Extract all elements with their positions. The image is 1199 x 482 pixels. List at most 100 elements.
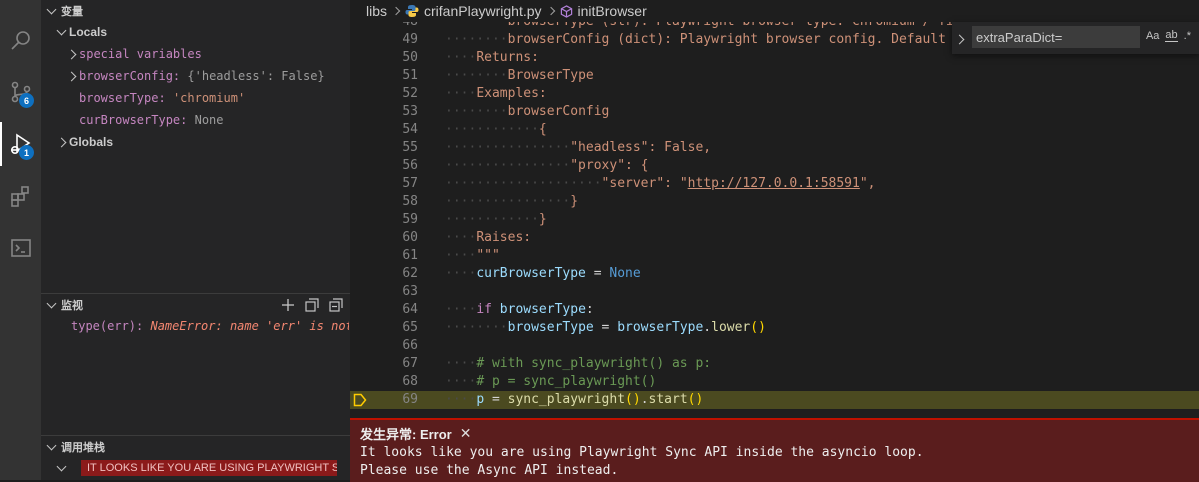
- line-number[interactable]: 65: [350, 319, 418, 337]
- code-token: browserConfig (dict): Playwright browser…: [507, 32, 1025, 47]
- chevron-down-icon: [53, 25, 69, 35]
- breadcrumb-file[interactable]: crifanPlaywright.py: [424, 3, 542, 19]
- variables-section-header[interactable]: 变量: [41, 0, 350, 22]
- variable-row[interactable]: browserConfig: {'headless': False}: [63, 65, 325, 87]
- symbol-method-icon: [560, 4, 573, 18]
- line-number[interactable]: 60: [350, 229, 418, 247]
- code-token: :: [585, 302, 594, 317]
- breadcrumb-folder[interactable]: libs: [366, 3, 387, 19]
- code-token[interactable]: http://127.0.0.1:58591: [688, 176, 860, 191]
- code-token: browserType (str): Playwright browser ty…: [508, 22, 1025, 29]
- globals-scope[interactable]: Globals: [53, 131, 113, 153]
- line-number[interactable]: 67: [350, 355, 418, 373]
- breakpoint-current-icon[interactable]: [353, 393, 367, 411]
- extensions-icon[interactable]: [0, 174, 41, 218]
- callstack-thread[interactable]: IT LOOKS LIKE YOU ARE USING PLAYWRIGHT S…: [53, 457, 337, 479]
- line-number[interactable]: 59: [350, 211, 418, 229]
- code-line: 59 ············}: [350, 211, 1199, 229]
- line-number[interactable]: 55: [350, 139, 418, 157]
- line-number[interactable]: 52: [350, 85, 418, 103]
- line-number[interactable]: 51: [350, 67, 418, 85]
- line-number[interactable]: 61: [350, 247, 418, 265]
- exception-message-line: Please use the Async API instead.: [360, 463, 619, 478]
- line-number[interactable]: 56: [350, 157, 418, 175]
- code-token: }: [570, 194, 579, 209]
- locals-scope[interactable]: Locals: [53, 21, 107, 43]
- code-line: 57 ····················"server": "http://…: [350, 175, 1199, 193]
- code-line: 51 ········BrowserType: [350, 67, 1199, 85]
- code-line: 66: [350, 337, 1199, 355]
- line-number[interactable]: 57: [350, 175, 418, 193]
- line-number[interactable]: 48: [350, 22, 418, 31]
- line-number[interactable]: 63: [350, 283, 418, 301]
- globals-label: Globals: [69, 135, 114, 149]
- terminal-icon[interactable]: [0, 226, 41, 270]
- code-token: =: [593, 320, 618, 335]
- debug-sidebar: 变量 Locals special variables browserConfi…: [41, 0, 350, 480]
- indent-guide: ········: [445, 68, 508, 83]
- breadcrumb-symbol[interactable]: initBrowser: [578, 3, 647, 19]
- code-token: =: [484, 392, 508, 407]
- code-text: ····Examples:: [445, 85, 547, 103]
- code-line: 58 ················}: [350, 193, 1199, 211]
- line-number[interactable]: 62: [350, 265, 418, 283]
- collapse-all-icon[interactable]: [328, 297, 344, 313]
- callstack-title: 调用堆栈: [61, 442, 105, 454]
- exception-stack-label: IT LOOKS LIKE YOU ARE USING PLAYWRIGHT S…: [81, 460, 337, 476]
- watch-section-header[interactable]: 监视: [41, 294, 350, 316]
- code-text: ············}: [445, 211, 547, 229]
- chevron-down-icon: [53, 461, 69, 471]
- code-token: start: [648, 392, 688, 407]
- code-text: ················"proxy": {: [445, 157, 649, 175]
- code-line: 54 ············{: [350, 121, 1199, 139]
- close-icon[interactable]: ✕: [460, 425, 472, 442]
- watch-expression: type(err):: [71, 319, 144, 333]
- find-input[interactable]: [972, 26, 1140, 48]
- line-number[interactable]: 54: [350, 121, 418, 139]
- add-expression-icon[interactable]: [280, 297, 296, 313]
- watch-value: NameError: name 'err' is not d…: [150, 319, 349, 333]
- line-number[interactable]: 49: [350, 31, 418, 49]
- indent-guide: ····: [445, 392, 477, 407]
- indent-guide: ····················: [445, 176, 602, 191]
- line-number[interactable]: 68: [350, 373, 418, 391]
- variable-name: browserType:: [79, 91, 166, 105]
- code-line: 65 ········browserType = browserType.lowe…: [350, 319, 1199, 337]
- indent-guide: ············: [445, 212, 539, 227]
- line-number[interactable]: 50: [350, 49, 418, 67]
- line-number[interactable]: 58: [350, 193, 418, 211]
- indent-guide: ····: [445, 356, 477, 371]
- line-number[interactable]: 66: [350, 337, 418, 355]
- code-token: }: [538, 212, 547, 227]
- watch-expression-row[interactable]: type(err): NameError: name 'err' is not …: [71, 315, 349, 337]
- use-regex-icon[interactable]: .*: [1184, 30, 1191, 42]
- code-text: ····curBrowserType = None: [445, 265, 641, 283]
- toggle-replace-chevron-icon[interactable]: [954, 31, 965, 46]
- code-token: Examples:: [476, 86, 547, 101]
- refresh-icon[interactable]: [304, 297, 320, 313]
- code-line: 64 ····if browserType:: [350, 301, 1199, 319]
- code-line: 55 ················"headless": False,: [350, 139, 1199, 157]
- indent-guide: ········: [445, 320, 508, 335]
- code-text: ····# p = sync_playwright(): [445, 373, 656, 391]
- line-number[interactable]: 64: [350, 301, 418, 319]
- match-case-icon[interactable]: Aa: [1146, 30, 1159, 42]
- code-text: ····""": [445, 247, 500, 265]
- code-token: "headless": False,: [570, 140, 712, 155]
- match-whole-word-icon[interactable]: ab: [1165, 30, 1178, 42]
- variable-row[interactable]: curBrowserType: None: [79, 109, 224, 131]
- code-text: ········browserConfig: [445, 103, 609, 121]
- source-control-icon[interactable]: 6: [0, 70, 41, 114]
- variable-row[interactable]: special variables: [63, 43, 202, 65]
- callstack-section-header[interactable]: 调用堆栈: [41, 436, 350, 458]
- indent-guide: ········: [445, 32, 508, 47]
- run-debug-icon[interactable]: 1: [0, 122, 41, 166]
- indent-guide: ········: [445, 104, 508, 119]
- code-token: BrowserType: [507, 68, 594, 83]
- code-editor[interactable]: 48········browserType (str): Playwright …: [350, 22, 1199, 418]
- search-icon[interactable]: [0, 18, 41, 62]
- line-number[interactable]: 53: [350, 103, 418, 121]
- variable-row[interactable]: browserType: 'chromium': [79, 87, 245, 109]
- code-line: 62 ····curBrowserType = None: [350, 265, 1199, 283]
- indent-guide: ····: [445, 302, 477, 317]
